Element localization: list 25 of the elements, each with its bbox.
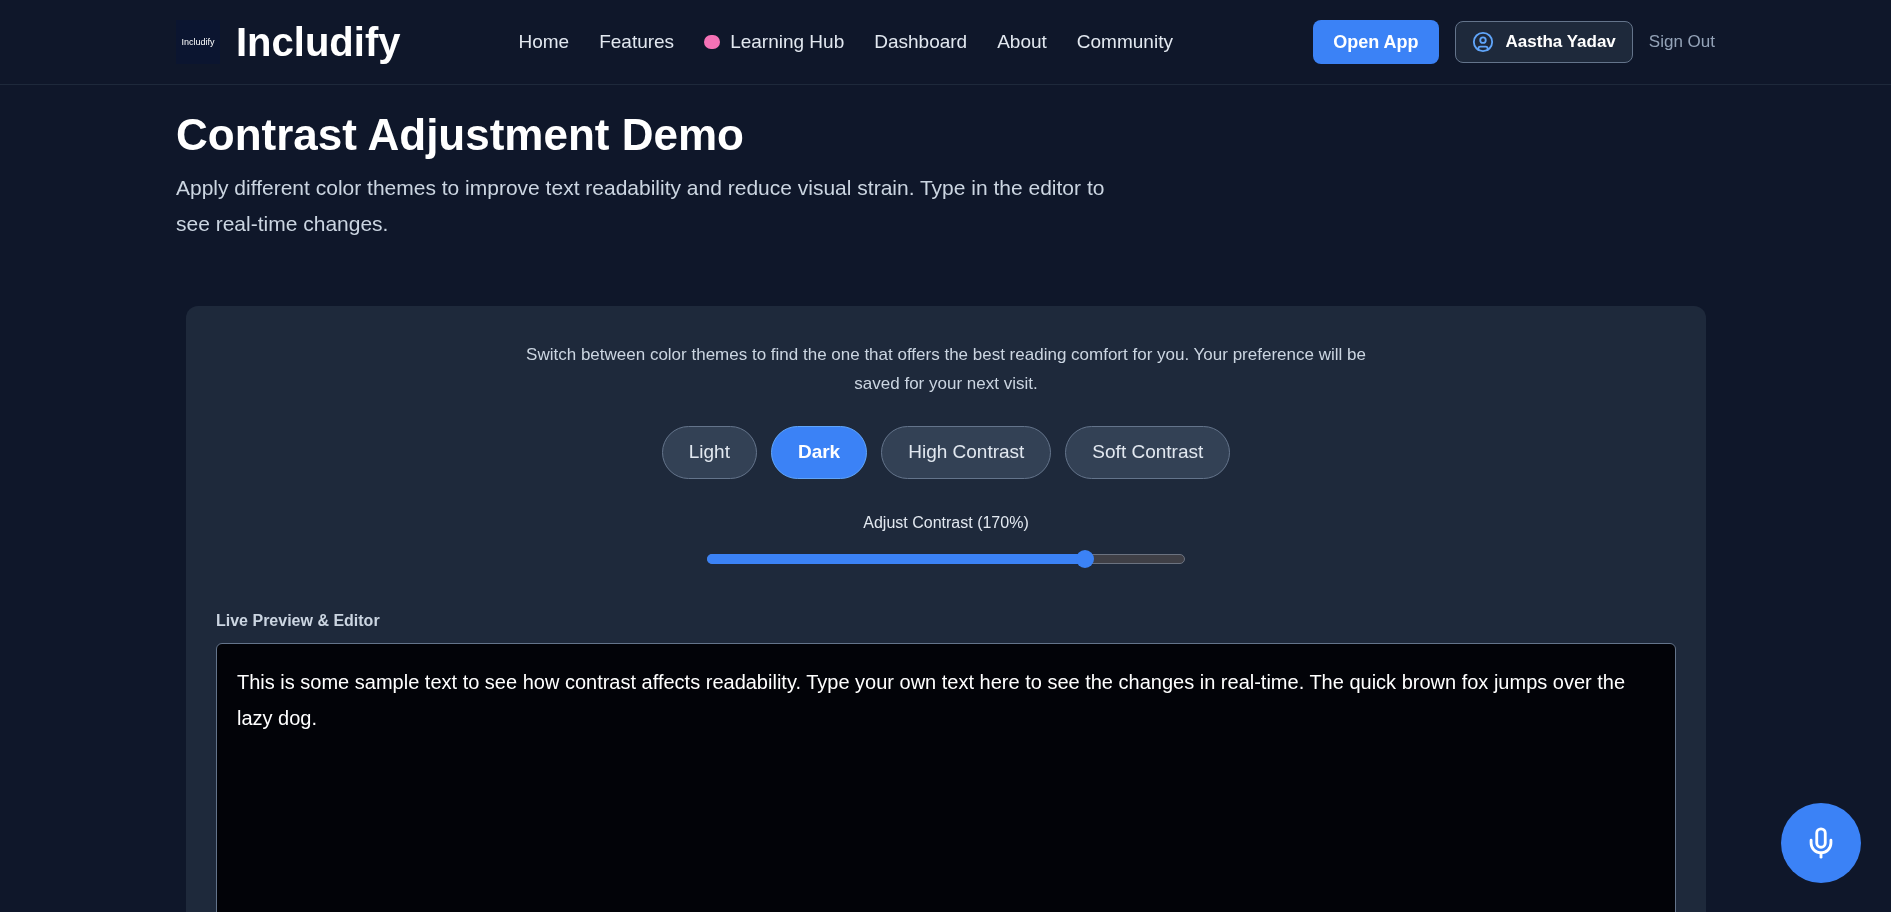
brand-name[interactable]: Includify (236, 12, 401, 72)
theme-button[interactable]: High Contrast (881, 426, 1052, 479)
nav-link[interactable]: Home (518, 27, 570, 57)
nav-link[interactable]: Learning Hub (704, 27, 845, 57)
intro-text: Switch between color themes to find the one that offers the best reading comfort for you. Your preference will be saved for your next visit. (525, 344, 1367, 395)
sign-out-link[interactable]: Sign Out (1648, 29, 1715, 55)
nav-link[interactable]: About (997, 27, 1047, 57)
page-title: Contrast Adjustment Demo (176, 109, 745, 161)
user-icon (1471, 31, 1494, 53)
theme-button[interactable]: Soft Contrast (1065, 426, 1231, 479)
slider-label: Adjust Contrast (170%) (863, 513, 1029, 533)
open-app-button[interactable]: Open App (1313, 20, 1439, 64)
editor-field[interactable]: This is some sample text to see how contrast affects readability. Type your own text here to see the changes in real-time. The quick brown fox jumps over the lazy dog. (216, 643, 1676, 912)
page-subtitle: Apply different color themes to improve text readability and reduce visual strain. Type in the editor to see real-time changes. (176, 175, 1106, 237)
slider-thumb[interactable] (1075, 550, 1094, 568)
nav-link[interactable]: Features (599, 27, 675, 57)
editor-label: Live Preview & Editor (216, 612, 380, 629)
theme-button[interactable]: Light (661, 426, 757, 479)
logo-tile[interactable]: Includify (176, 20, 220, 64)
logo-text: Includify (181, 37, 215, 47)
user-profile-button[interactable]: Aastha Yadav (1454, 21, 1633, 63)
theme-button[interactable]: Dark (770, 426, 868, 479)
contrast-slider[interactable] (707, 549, 1185, 569)
nav-link[interactable]: Community (1076, 27, 1173, 57)
nav-link[interactable]: Dashboard (874, 27, 968, 57)
